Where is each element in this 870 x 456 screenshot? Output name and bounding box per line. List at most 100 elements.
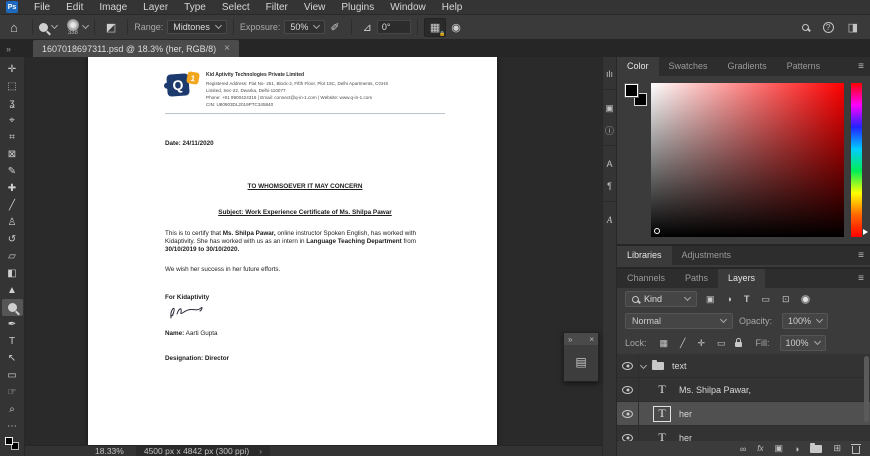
layer-effects-icon[interactable]: fx [757, 444, 763, 453]
layer-row-selected[interactable]: T her [617, 402, 870, 426]
opacity-input[interactable]: 100% [782, 313, 828, 329]
saturation-brightness-field[interactable] [651, 83, 844, 237]
dodge-tool[interactable] [2, 299, 23, 316]
layer-row[interactable]: T her [617, 426, 870, 441]
tab-swatches[interactable]: Swatches [659, 57, 718, 76]
tab-libraries[interactable]: Libraries [617, 246, 672, 265]
layer-filter-kind[interactable]: Kind [625, 291, 697, 307]
menu-edit[interactable]: Edit [58, 2, 91, 13]
scrollbar-thumb[interactable] [864, 356, 869, 422]
layer-row[interactable]: T Ms. Shilpa Pawar, [617, 378, 870, 402]
chevron-down-icon[interactable] [82, 22, 89, 29]
menu-view[interactable]: View [296, 2, 334, 13]
hue-slider[interactable] [851, 83, 862, 237]
hue-slider-marker[interactable] [863, 229, 868, 235]
info-panel-icon[interactable]: ⓘ [602, 119, 617, 141]
tab-channels[interactable]: Channels [617, 269, 675, 288]
document-tab[interactable]: 1607018697311.psd @ 18.3% (her, RGB/8) × [33, 40, 239, 57]
tab-paths[interactable]: Paths [675, 269, 718, 288]
exposure-select[interactable]: 50% [284, 20, 325, 34]
marquee-tool[interactable]: ⬚ [2, 78, 23, 95]
pen-tool[interactable]: ✒ [2, 316, 23, 333]
lock-all-icon[interactable] [735, 342, 742, 347]
workspace-switcher-icon[interactable]: ◨ [848, 21, 858, 34]
eyedropper-tool[interactable]: ✎ [2, 163, 23, 180]
pressure-size-toggle[interactable]: ◉ [446, 19, 466, 36]
airbrush-toggle[interactable]: ✐ [325, 19, 344, 36]
link-layers-icon[interactable]: ∞ [740, 444, 746, 454]
type-filter-icon[interactable]: T [741, 294, 753, 304]
lasso-tool[interactable]: ʓ [2, 95, 23, 112]
lock-transparency-icon[interactable]: ▦ [657, 338, 672, 349]
floating-panel[interactable]: » × ▤ [563, 332, 599, 382]
zoom-level[interactable]: 18.33% [95, 446, 124, 456]
status-chevron-icon[interactable]: › [259, 446, 262, 456]
search-icon[interactable] [802, 24, 809, 31]
menu-filter[interactable]: Filter [258, 2, 296, 13]
shape-filter-icon[interactable]: ▭ [758, 294, 773, 305]
history-brush-tool[interactable]: ↺ [2, 231, 23, 248]
canvas-area[interactable]: Q 1 Kid Aptivity Technologies Private Li… [25, 57, 602, 445]
rectangle-tool[interactable]: ▭ [2, 367, 23, 384]
layer-filter-switch[interactable] [801, 295, 810, 304]
tab-gradients[interactable]: Gradients [718, 57, 777, 76]
new-layer-icon[interactable]: ⊞ [833, 443, 841, 454]
panel-icon[interactable]: ▤ [575, 355, 586, 369]
adjustment-filter-icon[interactable]: ◑ [724, 294, 735, 304]
tab-overflow-icon[interactable]: » [0, 44, 19, 57]
visibility-toggle[interactable] [617, 354, 639, 377]
lock-artboard-icon[interactable]: ▭ [714, 338, 729, 349]
layer-group-row[interactable]: text [617, 354, 870, 378]
tab-patterns[interactable]: Patterns [777, 57, 831, 76]
menu-plugins[interactable]: Plugins [333, 2, 382, 13]
visibility-toggle[interactable] [617, 378, 639, 401]
navigator-panel-icon[interactable]: ▣ [602, 97, 617, 119]
spot-healing-brush-tool[interactable]: ✚ [2, 180, 23, 197]
object-selection-tool[interactable]: ⌖ [2, 112, 23, 129]
color-picker-marker[interactable] [654, 228, 660, 234]
tab-layers[interactable]: Layers [718, 269, 765, 288]
layer-mask-icon[interactable]: ▣ [775, 443, 784, 454]
document-dimensions[interactable]: 4500 px x 4842 px (300 ppi) › [136, 446, 270, 456]
visibility-toggle[interactable] [617, 402, 639, 425]
menu-select[interactable]: Select [214, 2, 258, 13]
close-icon[interactable]: × [589, 335, 594, 344]
tab-color[interactable]: Color [617, 57, 659, 76]
gradient-tool[interactable]: ◧ [2, 265, 23, 282]
menu-layer[interactable]: Layer [135, 2, 176, 13]
adjustment-layer-icon[interactable]: ◑ [794, 444, 799, 454]
current-tool-preset[interactable] [39, 23, 57, 32]
histogram-panel-icon[interactable]: ılı [602, 63, 617, 85]
delete-layer-icon[interactable] [852, 446, 860, 454]
brush-settings-toggle[interactable]: ◩ [101, 19, 121, 36]
hand-tool[interactable]: ☞ [2, 384, 23, 401]
visibility-toggle[interactable] [617, 426, 639, 441]
lock-position-icon[interactable]: ✛ [694, 338, 708, 349]
image-filter-icon[interactable]: ▣ [703, 294, 718, 305]
menu-type[interactable]: Type [176, 2, 214, 13]
path-selection-tool[interactable]: ↖ [2, 350, 23, 367]
document-page[interactable]: Q 1 Kid Aptivity Technologies Private Li… [88, 57, 497, 445]
crop-tool[interactable]: ⌗ [2, 129, 23, 146]
help-icon[interactable]: ? [823, 22, 834, 33]
panel-menu-icon[interactable]: ≡ [858, 273, 864, 284]
blur-tool[interactable]: ▲ [2, 282, 23, 299]
move-tool[interactable]: ✛ [2, 61, 23, 78]
menu-file[interactable]: File [26, 2, 58, 13]
close-icon[interactable]: × [224, 43, 230, 54]
brush-angle-input[interactable]: 0° [377, 20, 411, 34]
brush-tool[interactable]: ╱ [2, 197, 23, 214]
collapse-icon[interactable]: » [568, 335, 572, 344]
home-icon[interactable]: ⌂ [10, 20, 18, 35]
smart-object-filter-icon[interactable]: ⊡ [779, 294, 793, 305]
glyphs-panel-icon[interactable]: A [602, 209, 617, 231]
blend-mode-select[interactable]: Normal [625, 313, 733, 329]
menu-window[interactable]: Window [382, 2, 434, 13]
panel-menu-icon[interactable]: ≡ [858, 61, 864, 72]
type-tool[interactable]: T [2, 333, 23, 350]
menu-image[interactable]: Image [91, 2, 135, 13]
edit-toolbar-button[interactable]: ⋯ [2, 418, 23, 435]
eraser-tool[interactable]: ▱ [2, 248, 23, 265]
lock-pixels-icon[interactable]: ╱ [677, 338, 688, 349]
color-swatches[interactable] [625, 84, 647, 106]
